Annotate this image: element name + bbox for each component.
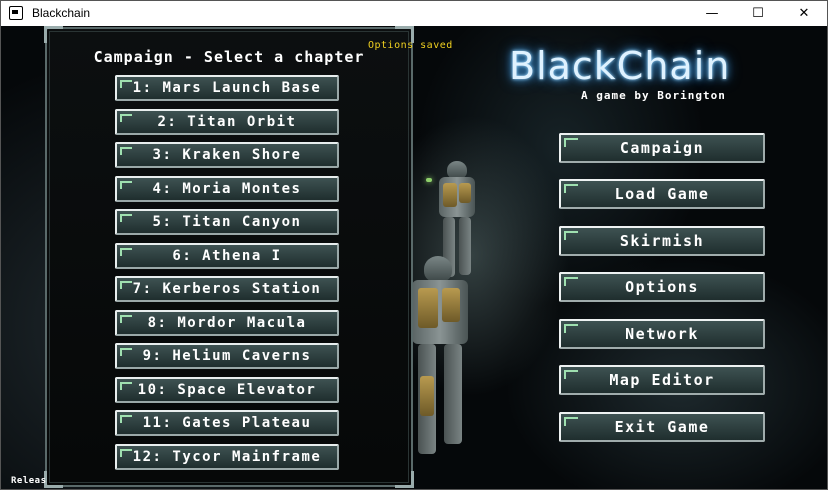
load-game-button[interactable]: Load Game <box>559 179 765 209</box>
maximize-button[interactable]: ☐ <box>735 1 781 25</box>
chapter-button-5[interactable]: 5: Titan Canyon <box>115 209 339 235</box>
chapter-button-3[interactable]: 3: Kraken Shore <box>115 142 339 168</box>
window-title: Blackchain <box>32 6 91 20</box>
status-message: Options saved <box>368 40 453 51</box>
panel-corner <box>44 26 63 43</box>
panel-corner <box>44 471 63 488</box>
game-subtitle: A game by Borington <box>581 89 726 102</box>
soldier-illustration <box>406 256 476 456</box>
chapter-button-2[interactable]: 2: Titan Orbit <box>115 109 339 135</box>
chapter-button-4[interactable]: 4: Moria Montes <box>115 176 339 202</box>
options-button[interactable]: Options <box>559 272 765 302</box>
chapter-button-12[interactable]: 12: Tycor Mainframe <box>115 444 339 470</box>
close-button[interactable]: ✕ <box>781 1 827 25</box>
app-icon <box>9 6 23 20</box>
chapter-button-6[interactable]: 6: Athena I <box>115 243 339 269</box>
game-scene: Campaign - Select a chapter 1: Mars Laun… <box>1 26 827 489</box>
release-label: Releas <box>11 476 47 486</box>
chapter-button-1[interactable]: 1: Mars Launch Base <box>115 75 339 101</box>
campaign-panel-title: Campaign - Select a chapter <box>93 48 365 66</box>
network-button[interactable]: Network <box>559 319 765 349</box>
muzzle-flash <box>426 178 432 182</box>
map-editor-button[interactable]: Map Editor <box>559 365 765 395</box>
skirmish-button[interactable]: Skirmish <box>559 226 765 256</box>
chapter-button-10[interactable]: 10: Space Elevator <box>115 377 339 403</box>
window-controls: — ☐ ✕ <box>689 1 827 25</box>
panel-corner <box>395 471 414 488</box>
game-logo: BlackChain <box>509 44 731 88</box>
chapter-button-9[interactable]: 9: Helium Caverns <box>115 343 339 369</box>
chapter-button-7[interactable]: 7: Kerberos Station <box>115 276 339 302</box>
game-window: Blackchain — ☐ ✕ Campaign - Select a cha… <box>0 0 828 490</box>
minimize-button[interactable]: — <box>689 1 735 25</box>
campaign-panel: Campaign - Select a chapter 1: Mars Laun… <box>44 26 414 488</box>
campaign-button[interactable]: Campaign <box>559 133 765 163</box>
chapter-button-8[interactable]: 8: Mordor Macula <box>115 310 339 336</box>
exit-game-button[interactable]: Exit Game <box>559 412 765 442</box>
title-bar[interactable]: Blackchain — ☐ ✕ <box>1 1 827 25</box>
chapter-button-11[interactable]: 11: Gates Plateau <box>115 410 339 436</box>
